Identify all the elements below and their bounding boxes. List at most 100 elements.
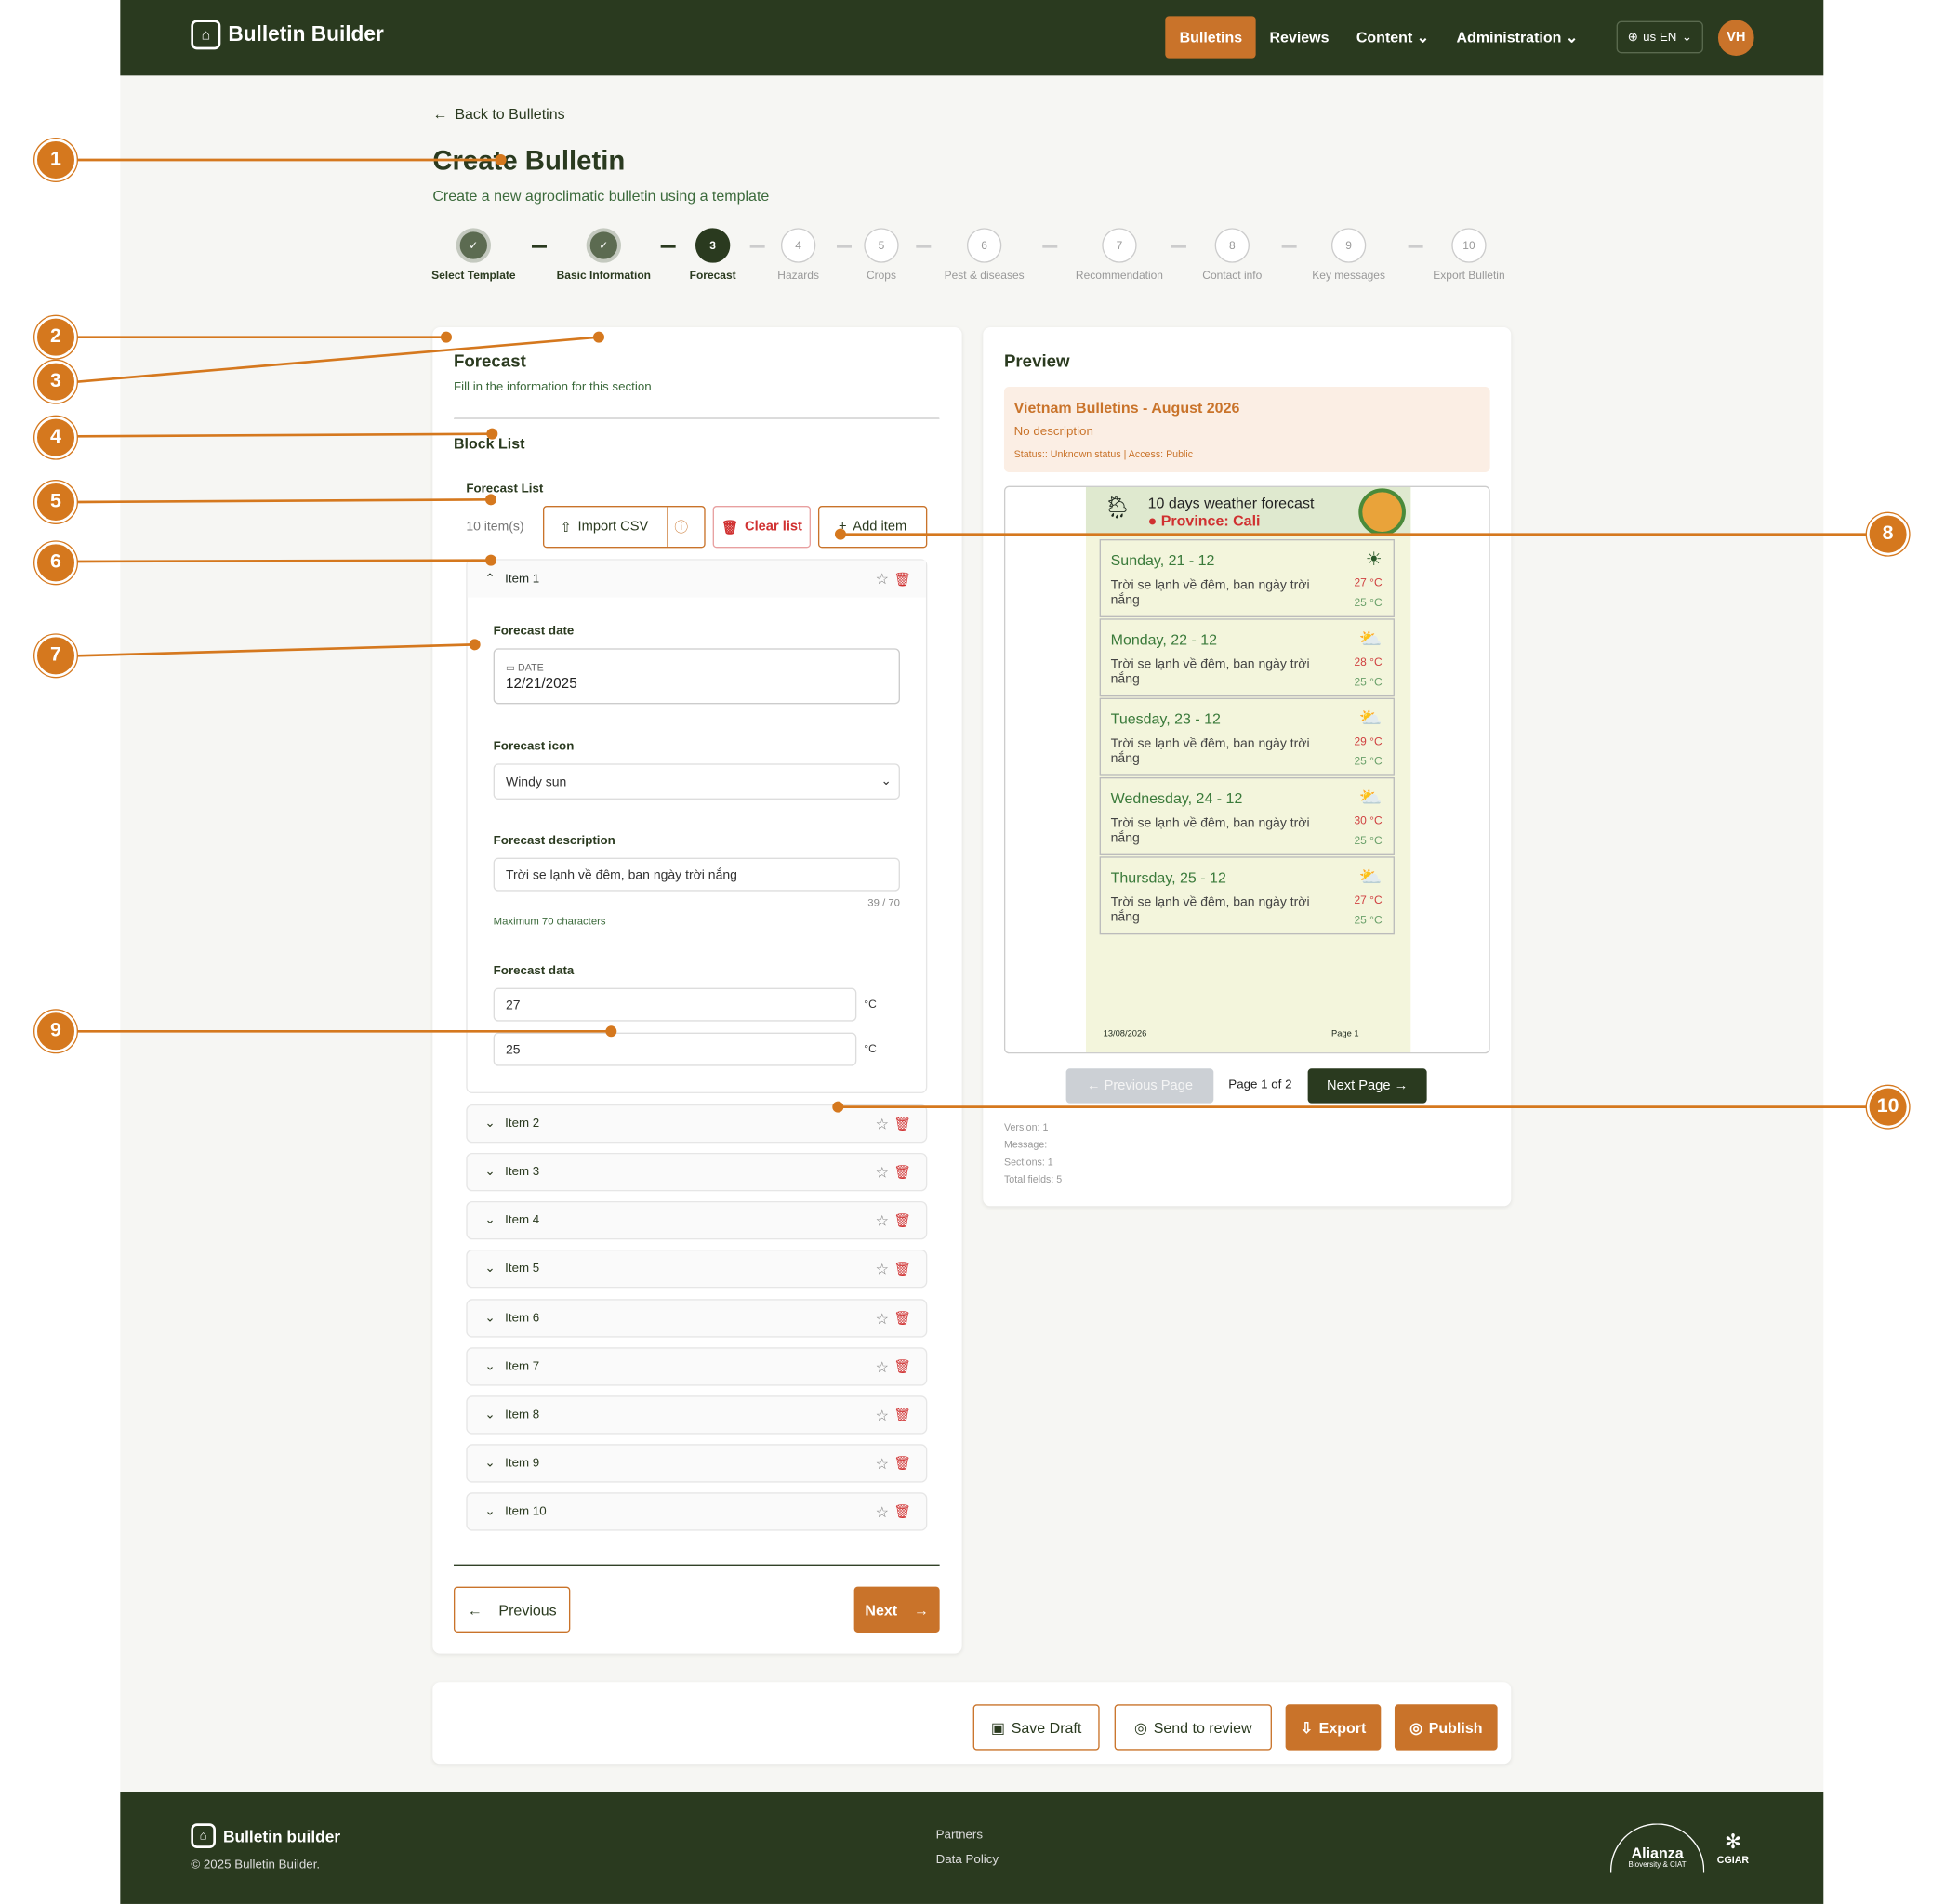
save-draft-button[interactable]: ▣ Save Draft [972, 1704, 1100, 1751]
footer-brand[interactable]: ⌂ Bulletin builder [191, 1823, 340, 1848]
trash-icon[interactable]: 🗑 [893, 1407, 911, 1423]
clear-list-button[interactable]: 🗑 Clear list [712, 505, 811, 549]
nav-content[interactable]: Content ⌄ [1343, 16, 1443, 58]
nav-administration[interactable]: Administration ⌄ [1443, 16, 1592, 58]
trash-icon[interactable]: 🗑 [893, 1116, 911, 1131]
callout-5: 5 [34, 481, 77, 523]
step-label: Key messages [1312, 269, 1385, 282]
callout-2: 2 [34, 315, 77, 359]
brand[interactable]: ⌂ Bulletin Builder [191, 20, 384, 50]
star-icon[interactable]: ☆ [876, 1503, 889, 1521]
page-info: Page 1 of 2 [1228, 1078, 1292, 1092]
avatar[interactable]: VH [1717, 19, 1754, 56]
icon-select-value: Windy sun [505, 774, 567, 789]
list-item[interactable]: ⌄ Item 3 ☆ 🗑 [466, 1152, 928, 1192]
list-item[interactable]: ⌄ Item 9 ☆ 🗑 [466, 1444, 928, 1483]
chevron-down-icon: ⌄ [484, 1408, 496, 1422]
back-link[interactable]: ← Back to Bulletins [432, 105, 564, 123]
list-item[interactable]: ⌄ Item 5 ☆ 🗑 [466, 1249, 928, 1289]
help-icon[interactable]: ⓘ [674, 517, 688, 536]
upload-icon: ⇧ [560, 520, 572, 536]
star-icon[interactable]: ☆ [876, 570, 889, 588]
trash-icon[interactable]: 🗑 [893, 1503, 911, 1520]
import-csv-button[interactable]: ⇧ Import CSV ⓘ [542, 505, 706, 549]
row-low: 25 °C [1354, 596, 1383, 609]
next-button[interactable]: Next → [853, 1586, 940, 1633]
footer-link-data-policy[interactable]: Data Policy [936, 1853, 999, 1867]
doc-date: 13/08/2026 [1103, 1029, 1147, 1039]
step-10[interactable]: 10 Export Bulletin [1420, 228, 1519, 282]
trash-icon[interactable]: 🗑 [893, 1310, 911, 1327]
import-csv-label: Import CSV [577, 519, 649, 535]
publish-button[interactable]: ◎ Publish [1394, 1704, 1498, 1751]
trash-icon[interactable]: 🗑 [893, 1164, 911, 1180]
star-icon[interactable]: ☆ [876, 1260, 889, 1277]
step-label: Select Template [431, 269, 516, 282]
nav-bulletins[interactable]: Bulletins [1165, 16, 1256, 59]
forecast-row: Monday, 22 - 12 Trời se lạnh về đêm, ban … [1099, 618, 1395, 697]
chevron-down-icon: ⌄ [484, 1359, 496, 1374]
star-icon[interactable]: ☆ [876, 1455, 889, 1473]
list-item[interactable]: ⌄ Item 8 ☆ 🗑 [466, 1395, 928, 1435]
divider [453, 1564, 940, 1566]
icon-select[interactable]: Windy sun ⌄ [493, 763, 900, 800]
row-high: 28 °C [1354, 655, 1383, 668]
footer-link-partners[interactable]: Partners [936, 1829, 983, 1843]
nav-reviews[interactable]: Reviews [1256, 16, 1343, 58]
meta-version: Version: 1 [1003, 1121, 1049, 1133]
star-icon[interactable]: ☆ [876, 1211, 889, 1229]
star-icon[interactable]: ☆ [876, 1407, 889, 1424]
star-icon[interactable]: ☆ [876, 1310, 889, 1328]
row-low: 25 °C [1354, 754, 1383, 768]
add-item-button[interactable]: + Add item [817, 505, 928, 549]
next-page-button[interactable]: Next Page → [1307, 1068, 1427, 1104]
temp-high-input[interactable]: 27 [493, 987, 857, 1022]
step-7[interactable]: 7 Recommendation [1064, 228, 1175, 282]
chevron-down-icon: ⌄ [1565, 28, 1579, 46]
list-item[interactable]: ⌄ Item 2 ☆ 🗑 [466, 1104, 928, 1144]
province: ● Province: Cali [1148, 512, 1261, 530]
step-3[interactable]: 3 Forecast [663, 228, 762, 282]
list-item[interactable]: ⌄ Item 4 ☆ 🗑 [466, 1200, 928, 1240]
step-6[interactable]: 6 Pest & diseases [934, 228, 1034, 282]
previous-label: Previous [498, 1600, 557, 1619]
list-item[interactable]: ⌄ Item 7 ☆ 🗑 [466, 1347, 928, 1386]
row-high: 29 °C [1354, 734, 1383, 747]
date-value: 12/21/2025 [505, 676, 577, 692]
export-button[interactable]: ⇩ Export [1285, 1704, 1382, 1751]
trash-icon[interactable]: 🗑 [893, 1261, 911, 1276]
brand-name: Bulletin Builder [228, 21, 384, 46]
previous-page-button[interactable]: ← Previous Page [1065, 1068, 1214, 1104]
callout-8: 8 [1866, 512, 1910, 556]
description-input[interactable]: Trời se lạnh về đêm, ban ngày trời nắng [493, 857, 900, 892]
step-number: 4 [780, 228, 816, 263]
star-icon[interactable]: ☆ [876, 1163, 889, 1181]
step-2[interactable]: ✓ Basic Information [554, 228, 654, 282]
temp-low-input[interactable]: 25 [493, 1032, 857, 1066]
trash-icon[interactable]: 🗑 [893, 1358, 911, 1375]
step-9[interactable]: 9 Key messages [1299, 228, 1398, 282]
unit-label: °C [864, 998, 877, 1011]
callout-7: 7 [34, 634, 77, 677]
step-5[interactable]: 5 Crops [832, 228, 932, 282]
trash-icon[interactable]: 🗑 [893, 1212, 911, 1228]
star-icon[interactable]: ☆ [876, 1358, 889, 1376]
meta-fields: Total fields: 5 [1003, 1173, 1063, 1185]
nav-content-label: Content [1356, 28, 1413, 46]
date-field[interactable]: ▭ DATE 12/21/2025 [493, 648, 900, 705]
step-1[interactable]: ✓ Select Template [424, 228, 523, 282]
trash-icon[interactable]: 🗑 [893, 1455, 911, 1472]
trash-icon[interactable]: 🗑 [893, 571, 911, 587]
language-selector[interactable]: ⊕ us EN ⌄ [1616, 20, 1703, 54]
publish-label: Publish [1428, 1718, 1483, 1737]
previous-button[interactable]: ← Previous [453, 1586, 571, 1633]
list-item[interactable]: ⌄ Item 6 ☆ 🗑 [466, 1299, 928, 1338]
star-icon[interactable]: ☆ [876, 1115, 889, 1132]
save-draft-label: Save Draft [1011, 1718, 1082, 1737]
step-connector [1042, 245, 1058, 247]
list-item[interactable]: ⌄ Item 10 ☆ 🗑 [466, 1492, 928, 1531]
step-8[interactable]: 8 Contact info [1183, 228, 1282, 282]
item-header[interactable]: ⌃ Item 1 ☆ 🗑 [467, 560, 926, 598]
row-high: 27 °C [1354, 575, 1383, 589]
send-review-button[interactable]: ◎ Send to review [1114, 1704, 1272, 1751]
